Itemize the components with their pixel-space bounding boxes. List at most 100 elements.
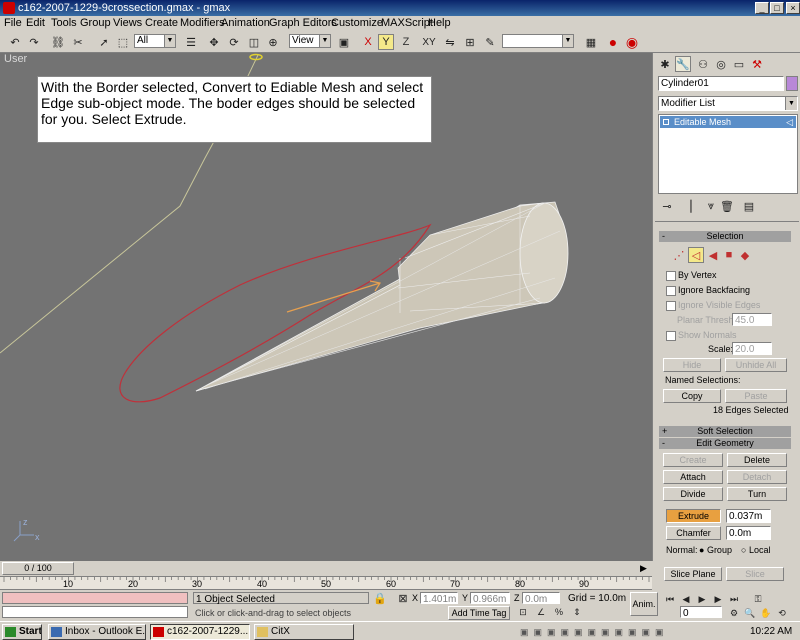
selection-filter-dropdown[interactable]: All ▼ — [134, 34, 176, 48]
by-vertex-checkbox[interactable]: By Vertex — [666, 270, 717, 281]
add-time-tag-button[interactable]: Add Time Tag — [448, 606, 510, 620]
animate-button[interactable]: Anim. — [630, 592, 658, 616]
chamfer-amount-field[interactable]: 0.0m — [726, 526, 771, 540]
menu-customize[interactable]: Customize — [331, 16, 383, 31]
extrude-amount-field[interactable]: 0.037m — [726, 509, 771, 523]
modify-tab-icon[interactable]: 🔧 — [675, 56, 691, 72]
create-button[interactable]: Create — [663, 453, 723, 467]
utilities-tab-icon[interactable]: ⚒ — [749, 56, 765, 72]
vertex-mode-icon[interactable]: ⋰ — [671, 247, 687, 263]
maxscript-listener-field[interactable] — [2, 592, 188, 604]
y-coord-field[interactable]: 0.966m — [470, 592, 510, 605]
pan-icon[interactable]: ✋ — [758, 605, 774, 621]
show-end-result-icon[interactable]: ⎮ — [683, 198, 699, 214]
polygon-mode-icon[interactable]: ■ — [721, 247, 737, 263]
scale-icon[interactable]: ◫ — [246, 34, 262, 50]
align-icon[interactable]: ⊞ — [462, 34, 478, 50]
material-editor-icon[interactable]: ▦ — [583, 34, 599, 50]
time-slider[interactable]: 0 / 100 ▶ — [0, 561, 652, 576]
restrict-y-icon[interactable]: Y — [378, 34, 394, 50]
snap-toggle-icon[interactable]: ⊡ — [515, 604, 531, 620]
rollout-selection-header[interactable]: - Selection — [659, 231, 791, 242]
stack-item-editable-mesh[interactable]: Editable Mesh ◁ — [660, 116, 796, 128]
edge-mode-icon[interactable]: ◁ — [688, 247, 704, 263]
planar-thresh-field[interactable]: 45.0 — [732, 313, 772, 326]
object-name-field[interactable]: Cylinder01 — [658, 76, 784, 91]
unhide-all-button[interactable]: Unhide All — [725, 358, 787, 372]
named-selection-dropdown[interactable]: ▼ — [502, 34, 574, 48]
x-coord-field[interactable]: 1.401m — [420, 592, 458, 605]
object-color-swatch[interactable] — [786, 76, 798, 91]
task-outlook[interactable]: Inbox - Outlook E... — [48, 624, 146, 640]
scale-field[interactable]: 20.0 — [732, 342, 772, 355]
menu-file[interactable]: File — [4, 16, 22, 31]
menu-animation[interactable]: Animation — [221, 16, 270, 31]
play-icon[interactable]: ▶ — [694, 591, 710, 607]
detach-button[interactable]: Detach — [727, 470, 787, 484]
expand-icon[interactable] — [663, 119, 669, 125]
remove-modifier-icon[interactable]: 🗑 — [719, 198, 735, 214]
configure-sets-icon[interactable]: ▤ — [741, 198, 757, 214]
render-icon[interactable]: ● — [605, 34, 621, 50]
maximize-button[interactable]: □ — [770, 2, 784, 14]
percent-snap-icon[interactable]: % — [551, 604, 567, 620]
paste-button[interactable]: Paste — [725, 389, 787, 403]
divide-button[interactable]: Divide — [663, 487, 723, 501]
zoom-icon[interactable]: 🔍 — [742, 605, 758, 621]
copy-button[interactable]: Copy — [663, 389, 721, 403]
face-mode-icon[interactable]: ◀ — [705, 247, 721, 263]
track-bar[interactable]: 10 20 30 40 50 60 70 80 90 — [0, 576, 652, 590]
z-coord-field[interactable]: 0.0m — [522, 592, 560, 605]
menu-group[interactable]: Group — [80, 16, 111, 31]
arc-rotate-icon[interactable]: ⟲ — [774, 605, 790, 621]
menu-graph-editors[interactable]: Graph Editors — [269, 16, 337, 31]
reference-coord-dropdown[interactable]: View ▼ — [289, 34, 331, 48]
goto-start-icon[interactable]: ⏮ — [662, 591, 678, 607]
create-tab-icon[interactable]: ✱ — [657, 56, 673, 72]
slice-plane-button[interactable]: Slice Plane — [664, 567, 722, 581]
restrict-z-icon[interactable]: Z — [398, 34, 414, 50]
viewport-user[interactable]: User z x With the Border selected, Conve… — [0, 53, 652, 561]
motion-tab-icon[interactable]: ◎ — [713, 56, 729, 72]
use-pivot-icon[interactable]: ▣ — [336, 34, 352, 50]
minimize-button[interactable]: _ — [755, 2, 769, 14]
ignore-backfacing-checkbox[interactable]: Ignore Backfacing — [666, 285, 750, 296]
next-frame-icon[interactable]: ▶ — [710, 591, 726, 607]
move-icon[interactable]: ✥ — [206, 34, 222, 50]
gmax-app-icon[interactable] — [3, 2, 15, 14]
menu-tools[interactable]: Tools — [51, 16, 77, 31]
rotate-icon[interactable]: ⟳ — [226, 34, 242, 50]
pivot-icon[interactable]: ⊕ — [265, 34, 281, 50]
lock-selection-icon[interactable]: 🔒 — [372, 590, 388, 606]
rollout-soft-selection-header[interactable]: + Soft Selection — [659, 426, 791, 437]
time-slider-thumb[interactable]: 0 / 100 — [2, 562, 74, 575]
menu-edit[interactable]: Edit — [26, 16, 45, 31]
named-selection-icon[interactable]: ✎ — [482, 34, 498, 50]
menu-help[interactable]: Help — [428, 16, 451, 31]
show-normals-checkbox[interactable]: Show Normals — [666, 330, 737, 341]
element-mode-icon[interactable]: ◆ — [737, 247, 753, 263]
prev-frame-icon[interactable]: ◀ — [678, 591, 694, 607]
mirror-icon[interactable]: ⇋ — [442, 34, 458, 50]
hierarchy-tab-icon[interactable]: ⚇ — [695, 56, 711, 72]
extrude-button[interactable]: Extrude — [666, 509, 721, 523]
display-tab-icon[interactable]: ▭ — [731, 56, 747, 72]
menu-create[interactable]: Create — [145, 16, 178, 31]
task-gmax[interactable]: c162-2007-1229... — [150, 624, 250, 640]
rollout-edit-geometry-header[interactable]: - Edit Geometry — [659, 438, 791, 449]
region-select-icon[interactable]: ⬚ — [115, 34, 131, 50]
menu-maxscript[interactable]: MAXScript — [381, 16, 433, 31]
select-by-name-icon[interactable]: ☰ — [183, 34, 199, 50]
angle-snap-icon[interactable]: ∠ — [533, 604, 549, 620]
select-link-icon[interactable]: ⛓ — [50, 34, 66, 50]
unlink-icon[interactable]: ✂ — [70, 34, 86, 50]
delete-button[interactable]: Delete — [727, 453, 787, 467]
menu-views[interactable]: Views — [113, 16, 142, 31]
hide-button[interactable]: Hide — [663, 358, 721, 372]
pin-stack-icon[interactable]: ⊸ — [659, 198, 675, 214]
undo-icon[interactable]: ↶ — [7, 34, 23, 50]
select-object-icon[interactable]: ➚ — [96, 34, 112, 50]
close-button[interactable]: × — [786, 2, 800, 14]
ignore-visible-edges-checkbox[interactable]: Ignore Visible Edges — [666, 300, 760, 311]
maxscript-output-field[interactable] — [2, 606, 188, 618]
